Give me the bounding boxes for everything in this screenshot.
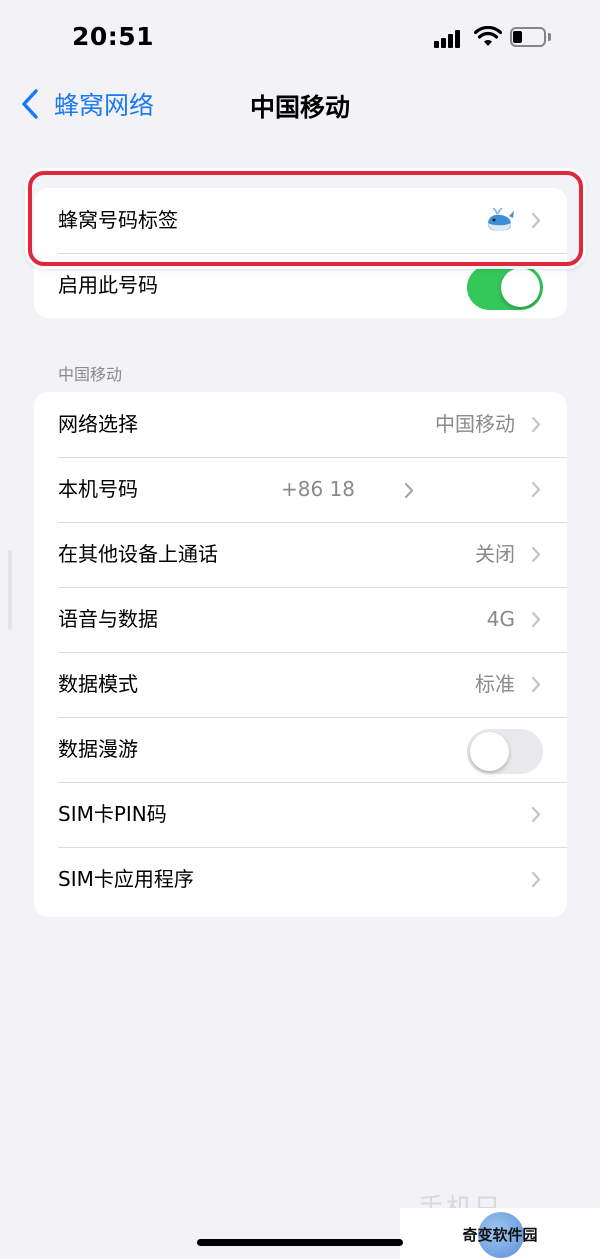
number-settings-group: 蜂窝号码标签 启用此号码	[34, 188, 567, 318]
chevron-right-icon	[531, 611, 541, 628]
chevron-right-icon	[531, 676, 541, 693]
chevron-right-icon	[531, 212, 541, 229]
row-value: 标准	[475, 672, 515, 696]
data-mode-row[interactable]: 数据模式 标准	[34, 652, 567, 717]
data-roaming-row: 数据漫游	[34, 717, 567, 782]
enable-number-row: 启用此号码	[34, 253, 567, 318]
chevron-right-icon	[531, 871, 541, 888]
my-number-row[interactable]: 本机号码 +86 18	[34, 457, 567, 522]
row-label: 蜂窝号码标签	[58, 208, 178, 232]
row-label: SIM卡PIN码	[58, 802, 167, 826]
network-selection-row[interactable]: 网络选择 中国移动	[34, 392, 567, 457]
row-label: 在其他设备上通话	[58, 542, 218, 566]
row-value: 4G	[486, 607, 515, 631]
wifi-icon	[474, 26, 502, 46]
row-label: 数据漫游	[58, 737, 138, 761]
whale-icon	[488, 207, 514, 231]
row-label: 数据模式	[58, 672, 138, 696]
sim-applications-row[interactable]: SIM卡应用程序	[34, 847, 567, 912]
row-label: SIM卡应用程序	[58, 867, 194, 891]
navigation-bar: 蜂窝网络 中国移动	[0, 80, 600, 130]
battery-cap	[548, 33, 551, 41]
page-title: 中国移动	[249, 93, 350, 122]
section-header: 中国移动	[58, 365, 123, 384]
row-value: +86 18	[280, 477, 355, 501]
cellular-signal-icon	[434, 30, 466, 48]
watermark-text: 奇变软件园	[462, 1226, 538, 1244]
enable-number-toggle[interactable]	[467, 265, 543, 310]
calls-on-other-devices-row[interactable]: 在其他设备上通话 关闭	[34, 522, 567, 587]
row-value: 中国移动	[435, 412, 515, 436]
chevron-right-icon	[531, 481, 541, 498]
battery-level	[513, 31, 522, 43]
data-roaming-toggle[interactable]	[467, 729, 543, 774]
sim-pin-row[interactable]: SIM卡PIN码	[34, 782, 567, 847]
home-indicator[interactable]	[197, 1239, 403, 1246]
chevron-right-icon	[531, 806, 541, 823]
voice-and-data-row[interactable]: 语音与数据 4G	[34, 587, 567, 652]
status-bar: 20:51	[0, 0, 600, 80]
carrier-settings-group: 网络选择 中国移动 本机号码 +86 18 在其他设备上通话 关闭 语音与数据 …	[34, 392, 567, 917]
row-label: 本机号码	[58, 477, 138, 501]
toggle-knob	[501, 268, 540, 307]
row-label: 启用此号码	[58, 273, 158, 297]
chevron-right-icon	[531, 546, 541, 563]
toggle-knob	[470, 732, 509, 771]
cellular-label-row[interactable]: 蜂窝号码标签	[34, 188, 567, 253]
chevron-right-icon	[531, 416, 541, 433]
row-label: 语音与数据	[58, 607, 158, 631]
row-label: 网络选择	[58, 412, 138, 436]
status-time: 20:51	[72, 22, 155, 51]
row-value: 关闭	[475, 542, 515, 566]
edge-artifact	[8, 550, 12, 630]
chevron-right-icon	[404, 482, 414, 499]
